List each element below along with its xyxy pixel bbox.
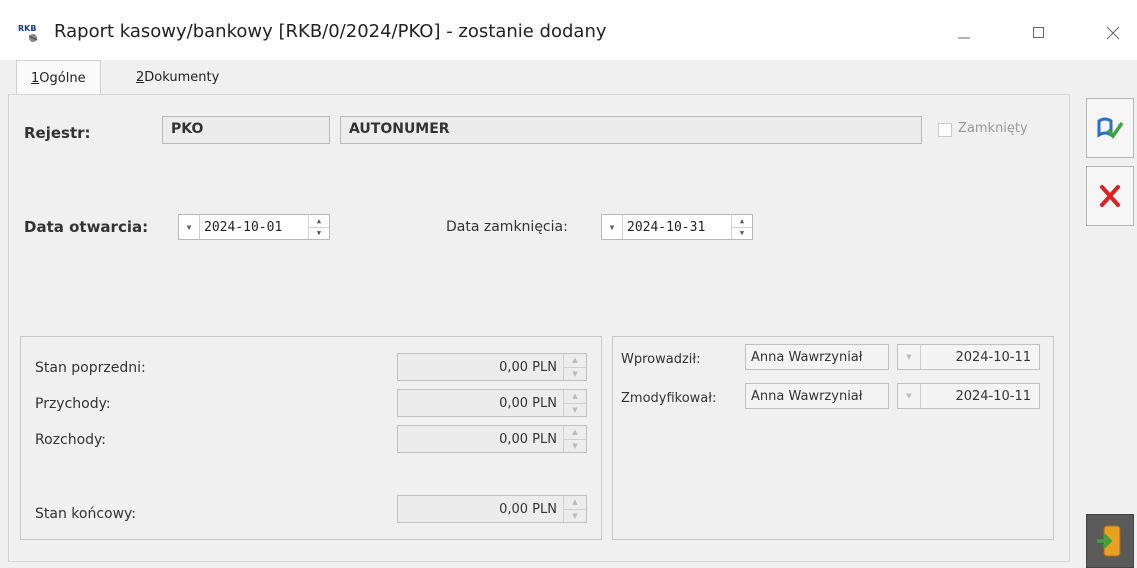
- przychody-field: 0,00 PLN ▲ ▼: [397, 389, 587, 417]
- data-zamkniecia-label: Data zamknięcia:: [446, 219, 568, 235]
- amount-spinner: ▲ ▼: [563, 354, 586, 380]
- stan-koncowy-label: Stan końcowy:: [35, 506, 137, 522]
- dropdown-arrow-icon: ▼: [898, 384, 921, 408]
- zmodyfikowal-user-field: Anna Wawrzyniał: [745, 383, 889, 409]
- stan-poprzedni-label: Stan poprzedni:: [35, 360, 146, 376]
- cancel-icon: [1100, 185, 1120, 207]
- date-spinner[interactable]: ▲ ▼: [308, 215, 329, 239]
- spin-up-icon[interactable]: ▲: [309, 215, 329, 228]
- wprowadzil-user-field: Anna Wawrzyniał: [745, 344, 889, 370]
- close-button[interactable]: [1090, 16, 1136, 50]
- amount-spinner: ▲ ▼: [563, 496, 586, 522]
- stan-koncowy-field: 0,00 PLN ▲ ▼: [397, 495, 587, 523]
- rozchody-field: 0,00 PLN ▲ ▼: [397, 425, 587, 453]
- wprowadzil-label: Wprowadził:: [621, 352, 701, 367]
- data-otwarcia-label: Data otwarcia:: [24, 218, 149, 236]
- close-icon: [1106, 26, 1120, 40]
- save-button[interactable]: [1086, 98, 1134, 158]
- stan-poprzedni-field: 0,00 PLN ▲ ▼: [397, 353, 587, 381]
- data-zamkniecia-picker[interactable]: ▼ 2024-10-31 ▲ ▼: [601, 214, 753, 240]
- tab-dokumenty[interactable]: 2 Dokumenty: [122, 60, 233, 94]
- exit-door-icon: [1097, 525, 1121, 557]
- zamkniety-label: Zamknięty: [958, 121, 1028, 136]
- minimize-icon: [958, 37, 970, 39]
- date-spinner[interactable]: ▲ ▼: [731, 215, 752, 239]
- rejestr-label: Rejestr:: [24, 124, 91, 142]
- zmodyfikowal-label: Zmodyfikował:: [621, 391, 717, 406]
- zmodyfikowal-date-field: ▼ 2024-10-11: [897, 383, 1040, 409]
- spin-down-icon[interactable]: ▼: [732, 228, 752, 240]
- spin-down-icon[interactable]: ▼: [309, 228, 329, 240]
- exit-button[interactable]: [1086, 514, 1134, 568]
- save-icon: [1097, 117, 1124, 139]
- window-title: Raport kasowy/bankowy [RKB/0/2024/PKO] -…: [54, 21, 607, 42]
- przychody-label: Przychody:: [35, 396, 111, 412]
- rejestr-code-field[interactable]: PKO: [162, 116, 330, 144]
- dropdown-arrow-icon: ▼: [898, 345, 921, 369]
- data-otwarcia-picker[interactable]: ▼ 2024-10-01 ▲ ▼: [178, 214, 330, 240]
- rejestr-numbering-field[interactable]: AUTONUMER: [340, 116, 922, 144]
- amount-spinner: ▲ ▼: [563, 426, 586, 452]
- maximize-icon: [1033, 27, 1044, 38]
- minimize-button[interactable]: [941, 16, 987, 50]
- maximize-button[interactable]: [1016, 16, 1062, 50]
- zamkniety-checkbox[interactable]: [938, 123, 952, 137]
- amount-spinner: ▲ ▼: [563, 390, 586, 416]
- data-zamkniecia-value[interactable]: 2024-10-31: [623, 220, 731, 235]
- data-otwarcia-value[interactable]: 2024-10-01: [200, 220, 308, 235]
- dropdown-arrow-icon[interactable]: ▼: [602, 215, 623, 239]
- rkb-app-icon: RKB: [18, 24, 46, 44]
- wprowadzil-date-field: ▼ 2024-10-11: [897, 344, 1040, 370]
- rozchody-label: Rozchody:: [35, 432, 107, 448]
- tab-ogolne[interactable]: 1 Ogólne: [16, 60, 101, 95]
- dropdown-arrow-icon[interactable]: ▼: [179, 215, 200, 239]
- spin-up-icon[interactable]: ▲: [732, 215, 752, 228]
- cancel-button[interactable]: [1086, 166, 1134, 226]
